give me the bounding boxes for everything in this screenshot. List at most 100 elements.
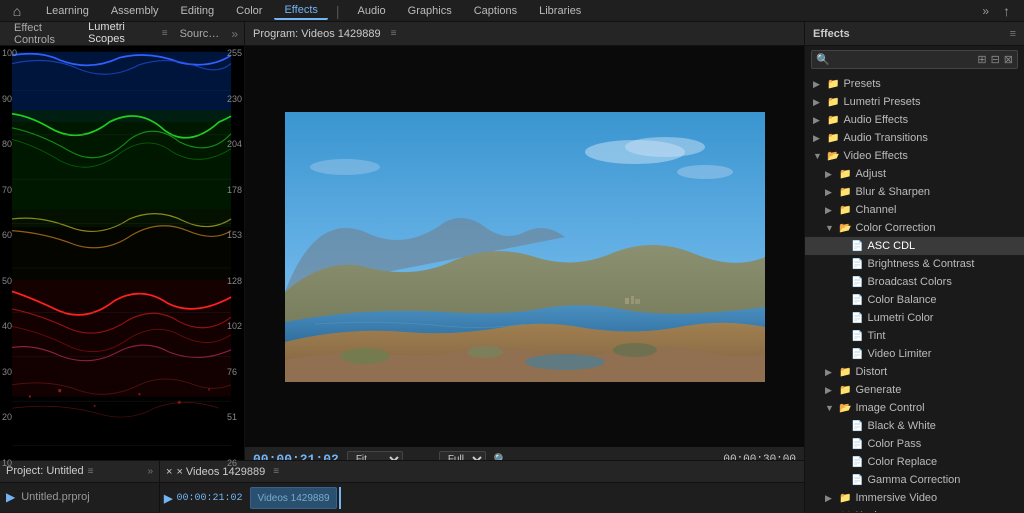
project-play-icon[interactable]: ▶: [6, 490, 15, 504]
tree-item-gamma-correction[interactable]: 📄 Gamma Correction: [805, 471, 1024, 489]
color-replace-label: Color Replace: [867, 456, 937, 468]
tab-effect-controls[interactable]: Effect Controls: [6, 20, 76, 48]
color-pass-icon: 📄: [851, 439, 863, 450]
tree-item-color-correction[interactable]: ▼ 📂 Color Correction: [805, 219, 1024, 237]
tree-item-image-control[interactable]: ▼ 📂 Image Control: [805, 399, 1024, 417]
lumetri-presets-arrow: ▶: [813, 97, 823, 108]
tree-item-video-effects[interactable]: ▼ 📂 Video Effects: [805, 147, 1024, 165]
immersive-video-label: Immersive Video: [855, 492, 937, 504]
tab-lumetri-scopes[interactable]: Lumetri Scopes: [80, 19, 154, 49]
tree-item-distort[interactable]: ▶ 📁 Distort: [805, 363, 1024, 381]
menu-item-learning[interactable]: Learning: [36, 3, 99, 19]
project-expand-icon[interactable]: »: [147, 466, 153, 477]
tree-item-color-pass[interactable]: 📄 Color Pass: [805, 435, 1024, 453]
home-icon[interactable]: ⌂: [8, 2, 26, 20]
tree-item-tint[interactable]: 📄 Tint: [805, 327, 1024, 345]
project-panel: Project: Untitled ≡ » ▶ Untitled.prproj: [0, 460, 160, 512]
tree-item-video-limiter[interactable]: 📄 Video Limiter: [805, 345, 1024, 363]
generate-label: Generate: [855, 384, 901, 396]
scope-scale-left: 100908070605040302010: [2, 46, 17, 470]
center-panel: Program: Videos 1429889 ≡: [245, 22, 804, 512]
program-monitor-menu-icon[interactable]: ≡: [391, 28, 397, 39]
effects-panel-menu-icon[interactable]: ≡: [1010, 28, 1016, 40]
tree-item-lumetri-color[interactable]: 📄 Lumetri Color: [805, 309, 1024, 327]
tree-item-asc-cdl[interactable]: 📄 ASC CDL: [805, 237, 1024, 255]
lumetri-scopes-menu-icon[interactable]: ≡: [162, 28, 168, 39]
tree-item-lumetri-presets[interactable]: ▶ 📁 Lumetri Presets: [805, 93, 1024, 111]
black-white-label: Black & White: [867, 420, 935, 432]
asc-cdl-label: ASC CDL: [867, 240, 915, 252]
scope-display: 100908070605040302010 255230204178153128…: [0, 46, 244, 490]
effects-panel-header: Effects ≡: [805, 22, 1024, 46]
menu-item-audio[interactable]: Audio: [348, 3, 396, 19]
timeline-play-icon[interactable]: ▶: [164, 492, 172, 505]
audio-effects-folder-icon: 📁: [827, 115, 839, 126]
search-options-icon[interactable]: ⊞: [977, 53, 986, 66]
lumetri-color-label: Lumetri Color: [867, 312, 933, 324]
menu-item-editing[interactable]: Editing: [171, 3, 225, 19]
close-timeline-icon[interactable]: ×: [166, 466, 172, 478]
presets-folder-icon: 📁: [827, 79, 839, 90]
tree-item-audio-transitions[interactable]: ▶ 📁 Audio Transitions: [805, 129, 1024, 147]
tree-item-generate[interactable]: ▶ 📁 Generate: [805, 381, 1024, 399]
image-control-arrow: ▼: [825, 403, 835, 413]
color-correction-label: Color Correction: [855, 222, 935, 234]
tree-item-immersive-video[interactable]: ▶ 📁 Immersive Video: [805, 489, 1024, 507]
tint-label: Tint: [867, 330, 885, 342]
distort-label: Distort: [855, 366, 887, 378]
generate-folder-icon: 📁: [839, 385, 851, 396]
tree-item-adjust[interactable]: ▶ 📁 Adjust: [805, 165, 1024, 183]
lumetri-presets-label: Lumetri Presets: [843, 96, 920, 108]
effects-panel-title: Effects: [813, 28, 850, 40]
brightness-contrast-label: Brightness & Contrast: [867, 258, 974, 270]
tree-item-brightness-contrast[interactable]: 📄 Brightness & Contrast: [805, 255, 1024, 273]
channel-arrow: ▶: [825, 205, 835, 216]
search-icon: 🔍: [816, 53, 830, 66]
clip-block[interactable]: Videos 1429889: [250, 487, 336, 509]
audio-transitions-label: Audio Transitions: [843, 132, 927, 144]
more-workspaces-icon[interactable]: »: [976, 2, 995, 20]
image-control-folder-icon: 📂: [839, 403, 851, 414]
menu-item-libraries[interactable]: Libraries: [529, 3, 591, 19]
tree-item-black-white[interactable]: 📄 Black & White: [805, 417, 1024, 435]
timeline-menu-icon[interactable]: ≡: [273, 466, 279, 477]
brightness-contrast-icon: 📄: [851, 259, 863, 270]
effects-search-input[interactable]: [834, 54, 974, 65]
search-settings-icon[interactable]: ⊠: [1004, 53, 1013, 66]
menu-item-effects[interactable]: Effects: [274, 2, 327, 20]
presets-arrow: ▶: [813, 79, 823, 90]
tree-item-blur-sharpen[interactable]: ▶ 📁 Blur & Sharpen: [805, 183, 1024, 201]
adjust-label: Adjust: [855, 168, 886, 180]
menu-item-assembly[interactable]: Assembly: [101, 3, 169, 19]
color-pass-label: Color Pass: [867, 438, 921, 450]
audio-effects-arrow: ▶: [813, 115, 823, 126]
project-menu-icon[interactable]: ≡: [88, 466, 94, 477]
project-filename: Untitled.prproj: [21, 491, 89, 503]
export-icon[interactable]: ↑: [997, 1, 1016, 21]
project-content: ▶ Untitled.prproj: [0, 483, 159, 512]
menu-item-graphics[interactable]: Graphics: [398, 3, 462, 19]
left-panel-expand-icon[interactable]: »: [231, 27, 238, 41]
tree-item-color-replace[interactable]: 📄 Color Replace: [805, 453, 1024, 471]
menu-item-captions[interactable]: Captions: [464, 3, 527, 19]
adjust-arrow: ▶: [825, 169, 835, 180]
effects-panel: Effects ≡ 🔍 ⊞ ⊟ ⊠ ▶ 📁 Presets ▶ 📁 Lumetr…: [804, 22, 1024, 512]
tree-item-presets[interactable]: ▶ 📁 Presets: [805, 75, 1024, 93]
gamma-correction-icon: 📄: [851, 475, 863, 486]
video-preview: [285, 112, 765, 382]
menu-item-color[interactable]: Color: [226, 3, 272, 19]
tree-item-channel[interactable]: ▶ 📁 Channel: [805, 201, 1024, 219]
video-effects-folder-icon: 📂: [827, 151, 839, 162]
blur-sharpen-folder-icon: 📁: [839, 187, 851, 198]
tree-item-broadcast-colors[interactable]: 📄 Broadcast Colors: [805, 273, 1024, 291]
menu-separator-icon: |: [330, 1, 346, 21]
search-filter-icon[interactable]: ⊟: [991, 53, 1000, 66]
audio-transitions-arrow: ▶: [813, 133, 823, 144]
timeline-header: × × Videos 1429889 ≡: [160, 461, 804, 483]
tab-source[interactable]: Sourc…: [172, 26, 228, 42]
tree-item-audio-effects[interactable]: ▶ 📁 Audio Effects: [805, 111, 1024, 129]
program-monitor-title: Program: Videos 1429889: [253, 28, 381, 40]
tree-item-color-balance[interactable]: 📄 Color Balance: [805, 291, 1024, 309]
program-monitor-header: Program: Videos 1429889 ≡: [245, 22, 804, 46]
tree-item-keying[interactable]: ▶ 📁 Keying: [805, 507, 1024, 512]
